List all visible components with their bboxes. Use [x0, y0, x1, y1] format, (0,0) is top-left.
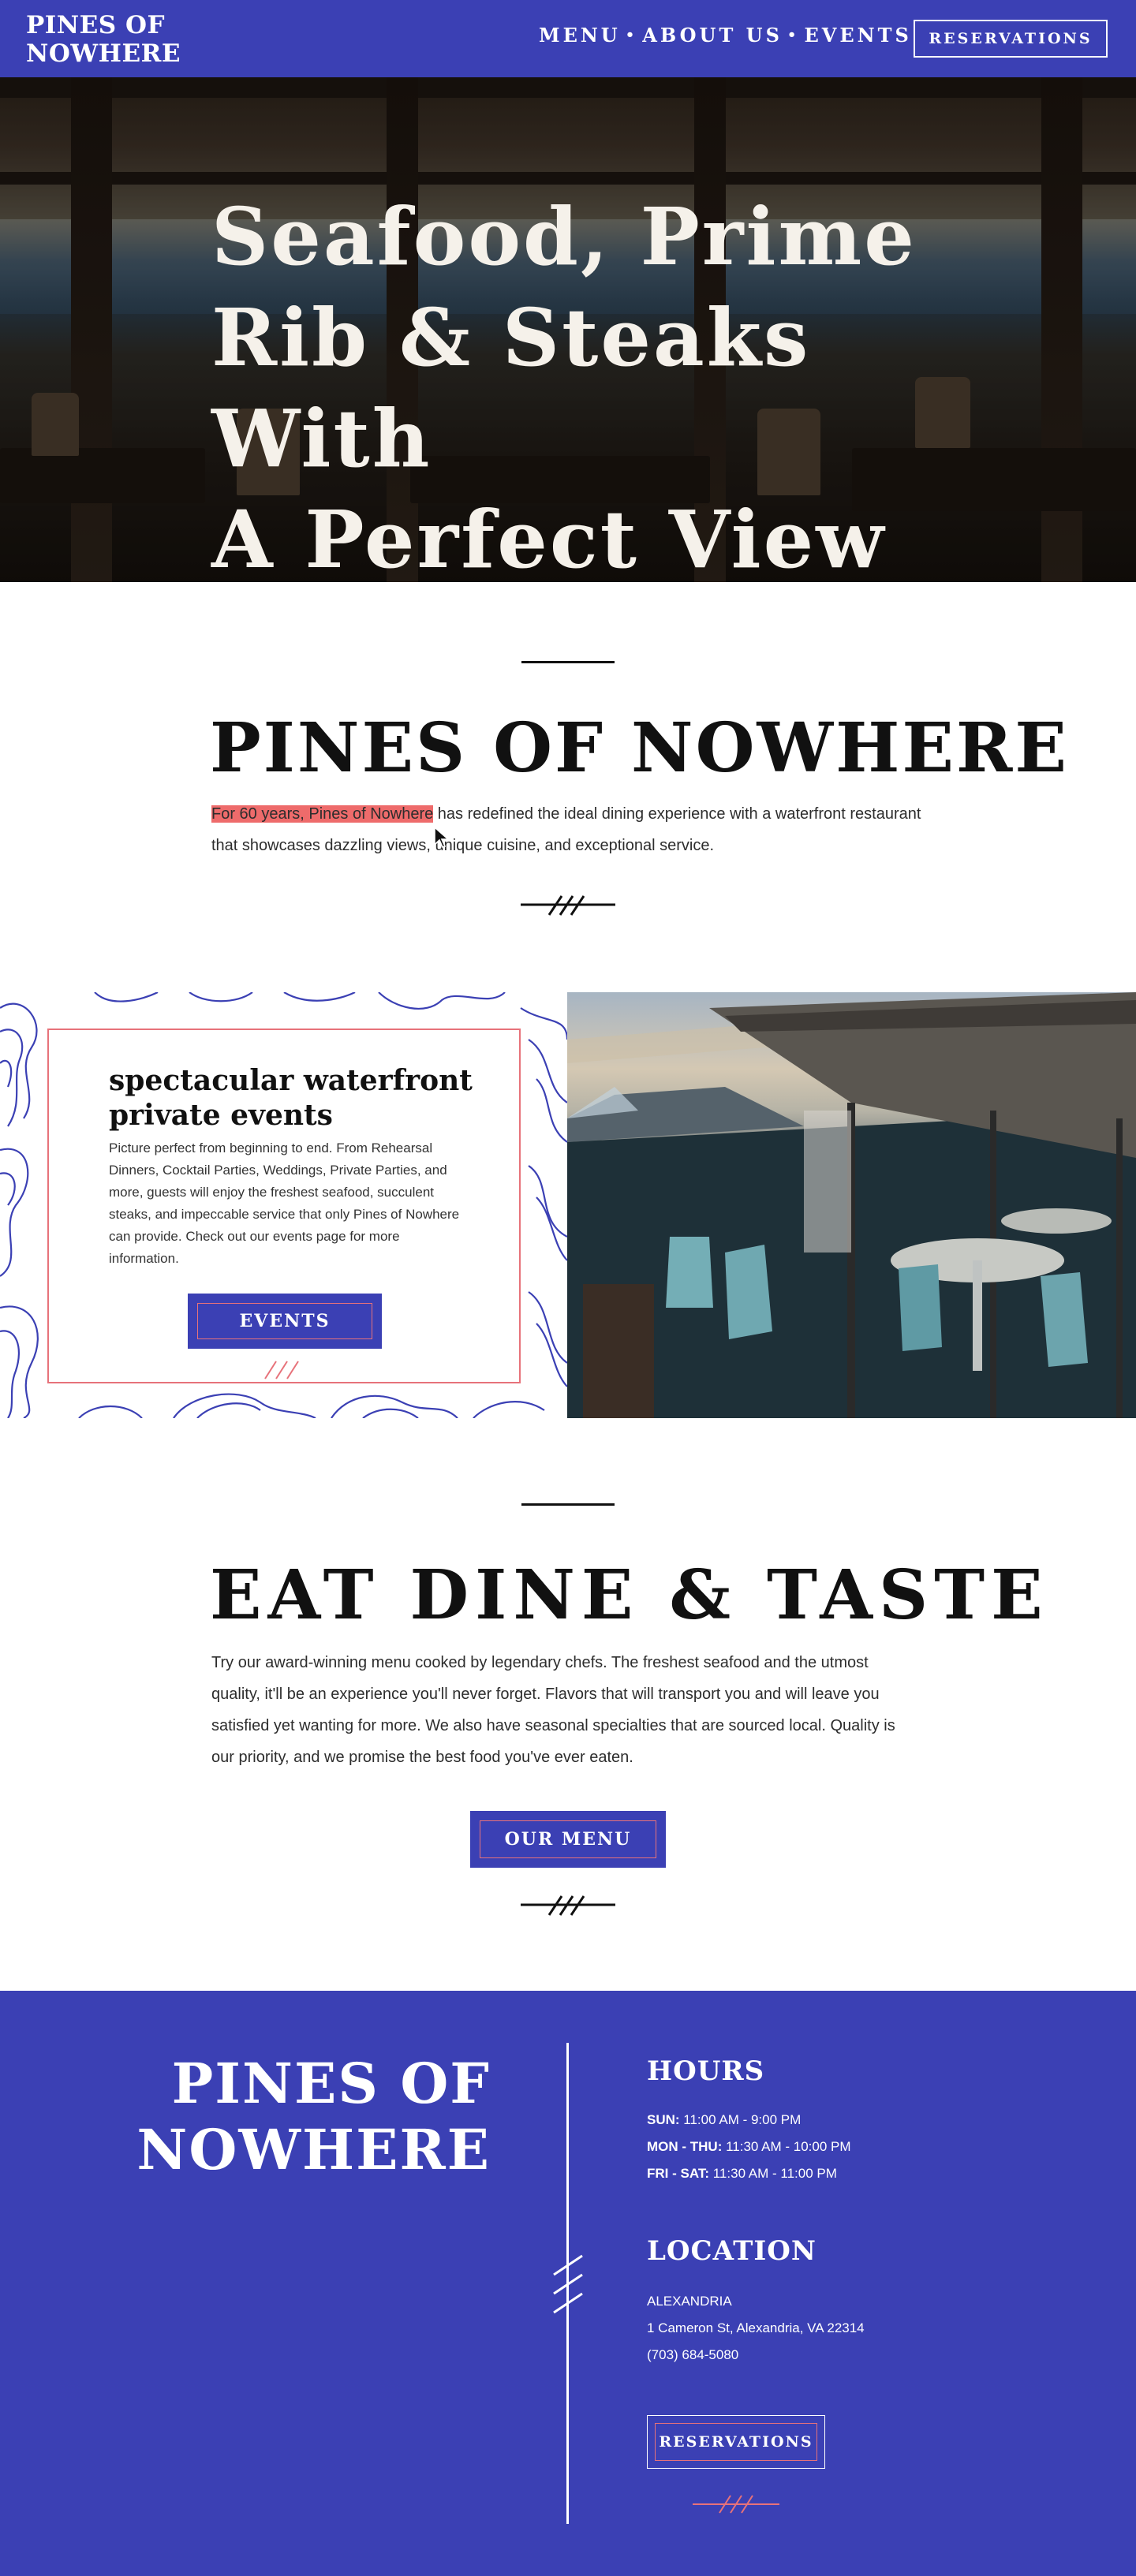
hero-line-2: Rib & Steaks With	[211, 291, 811, 485]
mouse-pointer-icon	[434, 826, 450, 848]
logo-line-2: NOWHERE	[26, 39, 181, 68]
triple-slash-icon	[521, 895, 615, 916]
triple-slash-icon	[693, 2495, 779, 2514]
events-button[interactable]: EVENTS	[188, 1294, 382, 1349]
nav-links: MENU • ABOUT US • EVENTS	[539, 24, 912, 47]
hero-line-1: Seafood, Prime	[211, 190, 917, 283]
hours-heading: HOURS	[647, 2055, 765, 2087]
triple-slash-icon	[553, 2254, 583, 2314]
site-logo[interactable]: PINES OF NOWHERE	[26, 11, 181, 68]
about-text: For 60 years, Pines of Nowhere has redef…	[211, 798, 945, 861]
eat-description: Try our award-winning menu cooked by leg…	[211, 1654, 895, 1766]
events-description: Picture perfect from beginning to end. F…	[109, 1141, 460, 1266]
events-title: spectacular waterfront private events	[109, 1064, 473, 1132]
location-city: ALEXANDRIA	[647, 2294, 732, 2309]
hero-headline: Seafood, Prime Rib & Steaks With A Perfe…	[211, 186, 969, 582]
events-card: spectacular waterfront private events Pi…	[47, 1029, 521, 1383]
section-divider	[521, 661, 615, 663]
triple-slash-icon	[521, 1895, 615, 1916]
location-heading: LOCATION	[647, 2235, 817, 2267]
footer-brand-line-1: PINES OF	[171, 2051, 491, 2116]
eat-dine-taste-title: EAT DINE & TASTE	[210, 1555, 1049, 1635]
nav-link-about-us[interactable]: ABOUT US	[642, 24, 783, 47]
section-divider	[521, 1503, 615, 1506]
our-menu-button[interactable]: OUR MENU	[470, 1811, 666, 1868]
hours-row: FRI - SAT: 11:30 AM - 11:00 PM	[647, 2166, 837, 2181]
footer-brand-line-2: NOWHERE	[136, 2117, 491, 2182]
highlighted-text[interactable]: For 60 years, Pines of Nowhere	[211, 805, 434, 823]
footer-reservations-label: RESERVATIONS	[655, 2423, 817, 2461]
nav-link-menu[interactable]: MENU	[539, 24, 621, 47]
hours-row: SUN: 11:00 AM - 9:00 PM	[647, 2112, 802, 2127]
nav-separator: •	[625, 27, 638, 43]
footer-reservations-button[interactable]: RESERVATIONS	[647, 2415, 825, 2469]
top-navigation: PINES OF NOWHERE MENU • ABOUT US • EVENTS RE…	[0, 0, 1136, 77]
footer-brand: PINES OF NOWHERE	[136, 2051, 491, 2183]
hero-banner: Seafood, Prime Rib & Steaks With A Perfe…	[0, 77, 1136, 582]
logo-line-1: PINES OF	[26, 11, 165, 39]
nav-separator: •	[787, 27, 800, 43]
hours-row: MON - THU: 11:30 AM - 10:00 PM	[647, 2139, 851, 2154]
site-footer: PINES OF NOWHERE HOURS SUN: 11:00 AM - 9…	[0, 1991, 1136, 2576]
nav-link-events[interactable]: EVENTS	[804, 24, 911, 47]
about-title: PINES OF NOWHERE	[210, 708, 1069, 788]
hero-line-3: A Perfect View	[211, 493, 887, 582]
events-photo	[567, 992, 1136, 1418]
nav-reservations-button[interactable]: RESERVATIONS	[914, 20, 1108, 58]
waterfront-patio-image	[567, 992, 1136, 1418]
location-phone[interactable]: (703) 684-5080	[647, 2347, 738, 2363]
location-address[interactable]: 1 Cameron St, Alexandria, VA 22314	[647, 2320, 865, 2336]
triple-slash-icon	[264, 1361, 299, 1379]
